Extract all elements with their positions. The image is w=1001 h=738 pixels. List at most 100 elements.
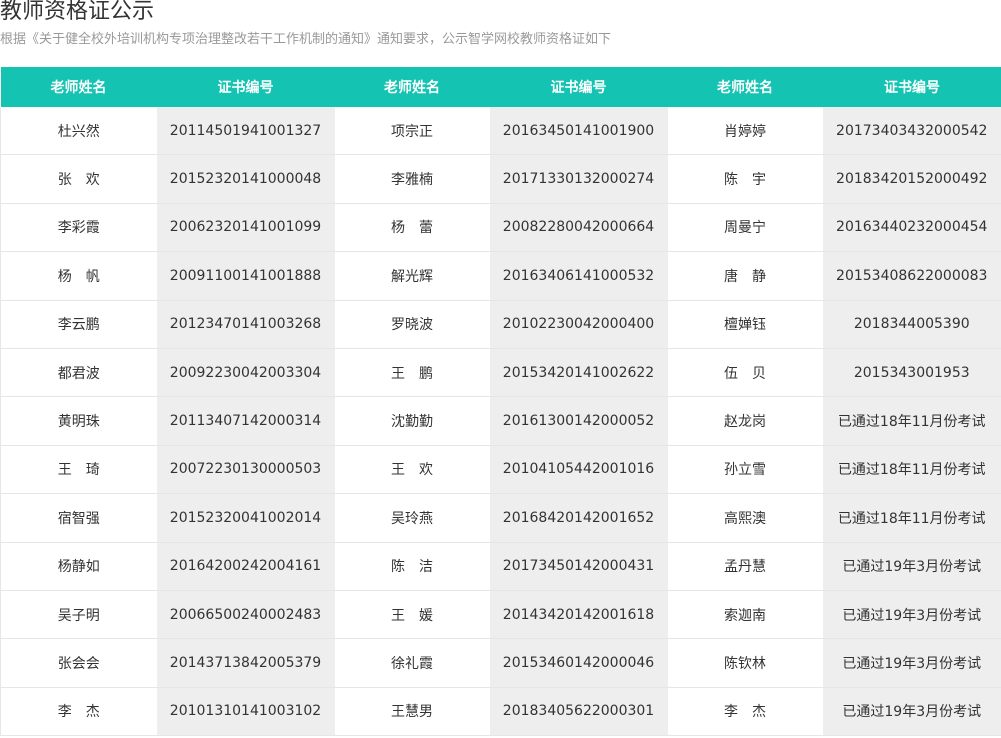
teacher-name-cell: 李云鹏 [0, 300, 157, 349]
teacher-name-cell: 陈钦林 [667, 638, 823, 688]
column-header-certificate-number: 证书编号 [156, 67, 335, 107]
teacher-name-cell: 檀婵钰 [667, 300, 823, 349]
teacher-name-cell: 李 杰 [0, 687, 157, 737]
teacher-name-cell: 宿智强 [0, 493, 157, 543]
certificate-number-cell: 20161300142000052 [489, 396, 668, 446]
certificate-number-cell: 20163450141001900 [489, 107, 668, 156]
teacher-name-cell: 杨静如 [0, 542, 157, 591]
teacher-name-cell: 杨 帆 [0, 251, 157, 301]
certificate-number-cell: 已通过19年3月份考试 [822, 590, 1001, 640]
table-row: 黄明珠 20113407142000314 沈勤勤 20161300142000… [0, 396, 1001, 446]
teacher-name-cell: 赵龙岗 [667, 396, 823, 446]
certificate-number-cell: 20173403432000542 [822, 107, 1001, 156]
certificate-number-cell: 20183420152000492 [822, 154, 1001, 204]
teacher-name-cell: 周曼宁 [667, 203, 823, 253]
certificate-number-cell: 20153408622000083 [822, 251, 1001, 301]
teacher-name-cell: 都君波 [0, 348, 157, 398]
certificate-number-cell: 20183405622000301 [489, 687, 668, 737]
certificate-number-cell: 20163406141000532 [489, 251, 668, 301]
table-row: 张会会 20143713842005379 徐礼霞 20153460142000… [0, 638, 1001, 688]
column-header-certificate-number: 证书编号 [489, 67, 668, 107]
certificate-number-cell: 20101310141003102 [156, 687, 335, 737]
table-row: 李云鹏 20123470141003268 罗晓波 20102230042000… [0, 300, 1001, 349]
teacher-certificate-table: 老师姓名 证书编号 老师姓名 证书编号 老师姓名 证书编号 杜兴然 201145… [0, 67, 1001, 737]
teacher-name-cell: 李 杰 [667, 687, 823, 737]
table-row: 杨 帆 20091100141001888 解光辉 20163406141000… [0, 251, 1001, 301]
certificate-number-cell: 20104105442001016 [489, 445, 668, 495]
certificate-number-cell: 20168420142001652 [489, 493, 668, 543]
teacher-name-cell: 伍 贝 [667, 348, 823, 398]
teacher-name-cell: 李雅楠 [334, 154, 490, 204]
teacher-name-cell: 徐礼霞 [334, 638, 490, 688]
teacher-name-cell: 罗晓波 [334, 300, 490, 349]
teacher-name-cell: 王 媛 [334, 590, 490, 640]
certificate-number-cell: 20092230042003304 [156, 348, 335, 398]
certificate-number-cell: 2018344005390 [822, 300, 1001, 349]
table-row: 李 杰 20101310141003102 王慧男 20183405622000… [0, 687, 1001, 737]
teacher-name-cell: 索迦南 [667, 590, 823, 640]
certificate-number-cell: 20102230042000400 [489, 300, 668, 349]
teacher-name-cell: 黄明珠 [0, 396, 157, 446]
table-row: 杜兴然 20114501941001327 项宗正 20163450141001… [0, 107, 1001, 156]
teacher-name-cell: 孟丹慧 [667, 542, 823, 591]
certificate-number-cell: 20143713842005379 [156, 638, 335, 688]
table-row: 杨静如 20164200242004161 陈 洁 20173450142000… [0, 542, 1001, 591]
teacher-name-cell: 张会会 [0, 638, 157, 688]
page-title: 教师资格证公示 [0, 0, 155, 24]
teacher-name-cell: 王慧男 [334, 687, 490, 737]
certificate-number-cell: 20091100141001888 [156, 251, 335, 301]
certificate-number-cell: 20152320141000048 [156, 154, 335, 204]
certificate-number-cell: 20171330132000274 [489, 154, 668, 204]
certificate-number-cell: 20173450142000431 [489, 542, 668, 591]
column-header-teacher-name: 老师姓名 [334, 67, 490, 107]
column-header-teacher-name: 老师姓名 [0, 67, 157, 107]
column-header-teacher-name: 老师姓名 [667, 67, 823, 107]
certificate-number-cell: 已通过18年11月份考试 [822, 493, 1001, 543]
certificate-number-cell: 20066500240002483 [156, 590, 335, 640]
certificate-number-cell: 20114501941001327 [156, 107, 335, 156]
certificate-number-cell: 已通过19年3月份考试 [822, 687, 1001, 737]
teacher-name-cell: 高熙澳 [667, 493, 823, 543]
certificate-number-cell: 20163440232000454 [822, 203, 1001, 253]
teacher-name-cell: 吴玲燕 [334, 493, 490, 543]
certificate-number-cell: 已通过19年3月份考试 [822, 638, 1001, 688]
certificate-number-cell: 20113407142000314 [156, 396, 335, 446]
table-header-row: 老师姓名 证书编号 老师姓名 证书编号 老师姓名 证书编号 [0, 67, 1001, 107]
teacher-name-cell: 张 欢 [0, 154, 157, 204]
certificate-number-cell: 已通过19年3月份考试 [822, 542, 1001, 591]
teacher-name-cell: 王 琦 [0, 445, 157, 495]
teacher-name-cell: 王 欢 [334, 445, 490, 495]
teacher-name-cell: 唐 静 [667, 251, 823, 301]
certificate-number-cell: 已通过18年11月份考试 [822, 396, 1001, 446]
page-subtitle: 根据《关于健全校外培训机构专项治理整改若干工作机制的通知》通知要求，公示智学网校… [0, 32, 612, 47]
certificate-number-cell: 20153420141002622 [489, 348, 668, 398]
table-row: 吴子明 20066500240002483 王 媛 20143420142001… [0, 590, 1001, 640]
certificate-number-cell: 20164200242004161 [156, 542, 335, 591]
table-row: 宿智强 20152320041002014 吴玲燕 20168420142001… [0, 493, 1001, 543]
teacher-name-cell: 杨 蕾 [334, 203, 490, 253]
table-row: 都君波 20092230042003304 王 鹏 20153420141002… [0, 348, 1001, 398]
certificate-number-cell: 20082280042000664 [489, 203, 668, 253]
certificate-number-cell: 已通过18年11月份考试 [822, 445, 1001, 495]
teacher-name-cell: 陈 洁 [334, 542, 490, 591]
teacher-name-cell: 肖婷婷 [667, 107, 823, 156]
table-row: 张 欢 20152320141000048 李雅楠 20171330132000… [0, 154, 1001, 204]
teacher-name-cell: 陈 宇 [667, 154, 823, 204]
teacher-name-cell: 沈勤勤 [334, 396, 490, 446]
table-row: 王 琦 20072230130000503 王 欢 20104105442001… [0, 445, 1001, 495]
teacher-name-cell: 王 鹏 [334, 348, 490, 398]
teacher-name-cell: 李彩霞 [0, 203, 157, 253]
certificate-number-cell: 20123470141003268 [156, 300, 335, 349]
teacher-name-cell: 孙立雪 [667, 445, 823, 495]
certificate-number-cell: 2015343001953 [822, 348, 1001, 398]
teacher-name-cell: 解光辉 [334, 251, 490, 301]
certificate-number-cell: 20143420142001618 [489, 590, 668, 640]
teacher-name-cell: 杜兴然 [0, 107, 157, 156]
certificate-number-cell: 20062320141001099 [156, 203, 335, 253]
certificate-number-cell: 20153460142000046 [489, 638, 668, 688]
table-row: 李彩霞 20062320141001099 杨 蕾 20082280042000… [0, 203, 1001, 253]
teacher-name-cell: 项宗正 [334, 107, 490, 156]
certificate-number-cell: 20152320041002014 [156, 493, 335, 543]
teacher-name-cell: 吴子明 [0, 590, 157, 640]
column-header-certificate-number: 证书编号 [822, 67, 1001, 107]
